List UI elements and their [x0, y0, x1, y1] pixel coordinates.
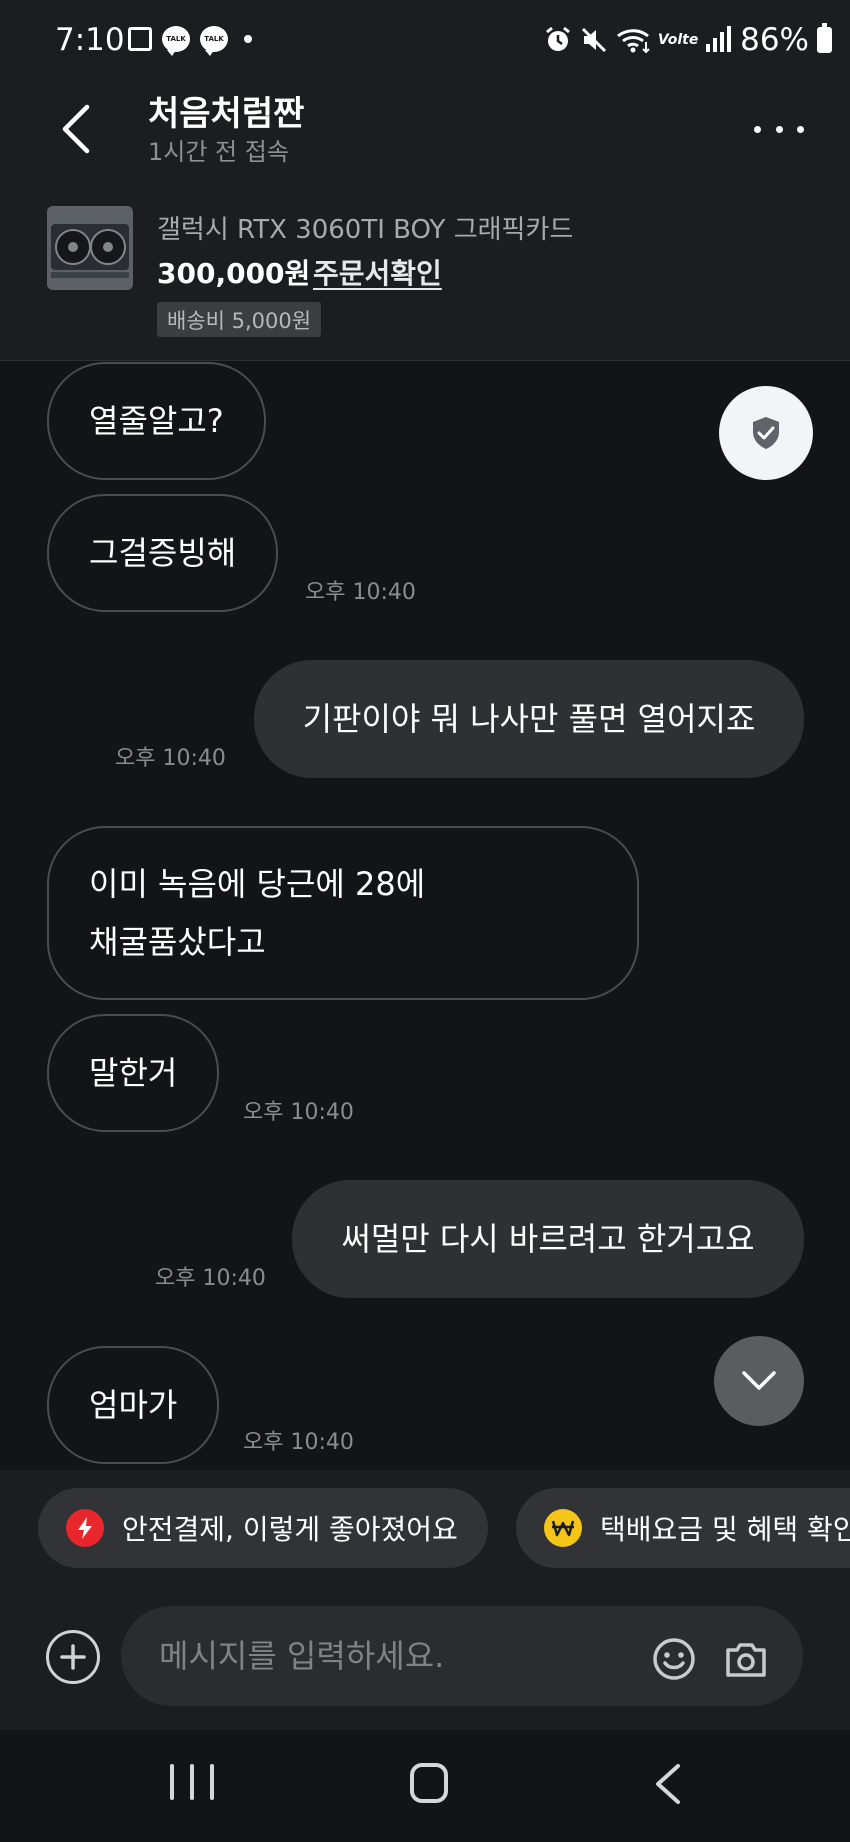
message-time: 오후 10:40 — [115, 746, 226, 771]
message-text: 써멀만 다시 바르려고 한거고요 — [341, 1220, 755, 1258]
home-button[interactable] — [410, 1763, 448, 1803]
back-button[interactable] — [50, 94, 100, 164]
camera-button[interactable] — [724, 1637, 768, 1681]
chevron-left-icon — [62, 104, 90, 154]
message-bubble-out[interactable]: 써멀만 다시 바르려고 한거고요 — [292, 1180, 804, 1298]
status-bar: 7:10 TALK TALK Volte 86% — [0, 0, 850, 84]
message-text: 엄마가 — [89, 1386, 178, 1424]
order-confirm-link[interactable]: 주문서확인 — [313, 252, 442, 292]
battery-percent: 86% — [740, 22, 809, 58]
system-nav-bar — [0, 1730, 850, 1842]
chip-label: 택배요금 및 혜택 확인 — [600, 1513, 850, 1546]
message-bubble-in[interactable]: 엄마가 — [47, 1346, 220, 1464]
suggestion-chips: 안전결제, 이렇게 좋아졌어요 택배요금 및 혜택 확인 — [0, 1470, 850, 1582]
message-input[interactable] — [121, 1606, 803, 1706]
nav-back-button[interactable] — [648, 1760, 688, 1808]
more-dots-icon — [754, 125, 761, 133]
smiley-icon — [653, 1638, 695, 1680]
wifi-icon — [616, 26, 652, 54]
battery-icon — [817, 23, 832, 53]
alarm-icon — [544, 26, 572, 54]
message-time: 오후 10:40 — [243, 1430, 354, 1455]
image-icon — [128, 27, 152, 51]
message-bubble-in[interactable]: 그걸증빙해 — [47, 494, 279, 612]
message-text: 그걸증빙해 — [89, 534, 237, 572]
kakaotalk-icon: TALK — [162, 26, 190, 56]
more-options-button[interactable] — [754, 114, 804, 144]
recent-apps-button[interactable] — [170, 1764, 214, 1802]
message-time: 오후 10:40 — [243, 1100, 354, 1125]
scroll-to-bottom-button[interactable] — [714, 1336, 804, 1426]
message-text: 말한거 — [89, 1054, 178, 1092]
message-composer — [0, 1582, 850, 1730]
last-seen: 1시간 전 접속 — [148, 138, 289, 166]
status-time: 7:10 — [55, 22, 125, 58]
chip-label: 안전결제, 이렇게 좋아졌어요 — [122, 1513, 458, 1546]
chip-safe-payment[interactable]: 안전결제, 이렇게 좋아졌어요 — [38, 1488, 488, 1568]
add-attachment-button[interactable] — [46, 1630, 100, 1684]
safety-shield-button[interactable] — [719, 386, 813, 480]
message-bubble-in[interactable]: 이미 녹음에 당근에 28에 채굴품샀다고 — [47, 826, 639, 1000]
notification-icons: TALK TALK — [128, 26, 252, 56]
plus-icon — [60, 1644, 86, 1670]
kakaotalk-icon: TALK — [200, 26, 228, 56]
chip-delivery-fee[interactable]: 택배요금 및 혜택 확인 — [516, 1488, 850, 1568]
product-price: 300,000원 — [157, 257, 311, 290]
product-card[interactable]: 갤럭시 RTX 3060TI BOY 그래픽카드 300,000원 주문서확인 … — [0, 184, 850, 361]
signal-icon — [704, 26, 732, 54]
recent-apps-icon — [170, 1764, 174, 1800]
message-text-line: 이미 녹음에 당근에 28에 — [89, 865, 426, 903]
product-thumbnail — [47, 206, 133, 290]
lightning-icon — [66, 1509, 104, 1547]
chevron-down-icon — [742, 1371, 776, 1390]
shipping-badge: 배송비 5,000원 — [157, 302, 322, 337]
message-bubble-in[interactable]: 열줄알고? — [47, 362, 266, 480]
won-coin-icon — [544, 1509, 582, 1547]
dot-icon — [244, 35, 252, 43]
mute-icon — [580, 26, 608, 54]
message-bubble-out[interactable]: 기판이야 뭐 나사만 풀면 열어지죠 — [254, 660, 804, 778]
back-icon — [656, 1764, 680, 1804]
message-text-line: 채굴품샀다고 — [89, 923, 266, 961]
camera-icon — [726, 1643, 766, 1677]
message-time: 오후 10:40 — [305, 580, 416, 605]
message-time: 오후 10:40 — [155, 1266, 266, 1291]
emoji-button[interactable] — [652, 1637, 696, 1681]
message-text: 기판이야 뭐 나사만 풀면 열어지죠 — [302, 700, 756, 738]
chat-header: 처음처럼짠 1시간 전 접속 — [0, 84, 850, 184]
product-name: 갤럭시 RTX 3060TI BOY 그래픽카드 — [157, 215, 574, 245]
message-bubble-in[interactable]: 말한거 — [47, 1014, 220, 1132]
system-icons: Volte 86% — [544, 22, 832, 58]
volte-icon: Volte — [657, 32, 699, 48]
shield-check-icon — [753, 417, 779, 449]
page-title: 처음처럼짠 — [148, 94, 305, 134]
chat-messages[interactable]: 열줄알고? 그걸증빙해 오후 10:40 기판이야 뭐 나사만 풀면 열어지죠 … — [0, 362, 850, 1470]
message-text: 열줄알고? — [89, 402, 224, 440]
